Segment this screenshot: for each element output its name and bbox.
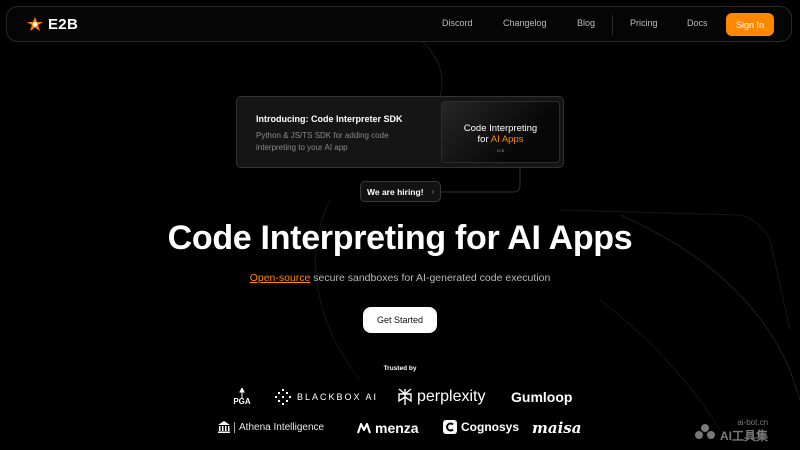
nav-divider [612,15,613,35]
maisa-text: maisa [532,419,582,437]
logo-athena: Athena Intelligence [218,421,324,433]
open-source-link[interactable]: Open-source [250,272,311,284]
logo-perplexity: perplexity [397,388,485,406]
hero-title: Code Interpreting for AI Apps [167,219,633,257]
nav-link-pricing[interactable]: Pricing [630,18,658,28]
hero-subtitle: Open-source secure sandboxes for AI-gene… [0,272,800,284]
logo-maisa: maisa [532,419,581,437]
blackbox-text: BLACKBOX AI [297,392,379,402]
logo-cognosys: Cognosys [443,420,519,434]
nav-link-docs[interactable]: Docs [687,18,708,28]
watermark-logo-icon [695,424,715,439]
sign-in-button[interactable]: Sign In [726,13,774,36]
thumb-badge: E2B [496,148,505,153]
athena-text: Athena Intelligence [239,421,325,433]
thumb-line2: for AI Apps [442,134,559,145]
logo-gumloop: Gumloop [511,389,572,405]
top-navbar: E2B Discord Changelog Blog Pricing Docs … [6,6,792,42]
thumb-line1: Code Interpreting [463,123,538,134]
cognosys-text: Cognosys [461,420,520,434]
logo-blackbox: BLACKBOX AI [275,389,378,405]
e2b-logo-icon [27,16,43,31]
hiring-badge[interactable]: We are hiring! › [360,181,441,202]
perplexity-text: perplexity [417,388,486,405]
hero-subtitle-text: secure sandboxes for AI-generated code e… [310,272,551,284]
promo-thumbnail: Code Interpreting for AI Apps E2B [441,101,560,163]
logo-pga: PGA [231,388,253,406]
pga-text: PGA [233,397,251,406]
brand-logo[interactable]: E2B [27,16,78,33]
watermark-bottom: AI工具集 [720,429,769,443]
thumb-line2-b: AI Apps [490,134,524,145]
chevron-right-icon: › [431,187,435,196]
watermark: ai-bot.cn AI工具集 [694,418,768,444]
promo-title: Introducing: Code Interpreter SDK [256,114,403,124]
brand-name: E2B [48,16,79,33]
nav-link-discord[interactable]: Discord [442,18,473,28]
thumb-line2-a: for [477,134,489,145]
get-started-button[interactable]: Get Started [363,307,437,333]
athena-temple-icon [218,421,230,433]
nav-link-blog[interactable]: Blog [577,18,595,28]
menza-text: menza [375,420,419,436]
hiring-label: We are hiring! [367,186,424,197]
watermark-top: ai-bot.cn [737,418,769,427]
promo-description: Python & JS/TS SDK for adding code inter… [256,131,389,152]
nav-link-changelog[interactable]: Changelog [503,18,547,28]
cognosys-icon [443,420,457,434]
athena-divider [234,421,235,433]
trusted-by-label: Trusted by [383,365,417,372]
gumloop-text: Gumloop [511,389,573,405]
blackbox-grid-icon [275,389,291,405]
perplexity-icon [398,388,412,405]
menza-icon [357,423,371,434]
promo-card[interactable]: Introducing: Code Interpreter SDK Python… [236,96,564,168]
logo-menza: menza [357,420,419,436]
